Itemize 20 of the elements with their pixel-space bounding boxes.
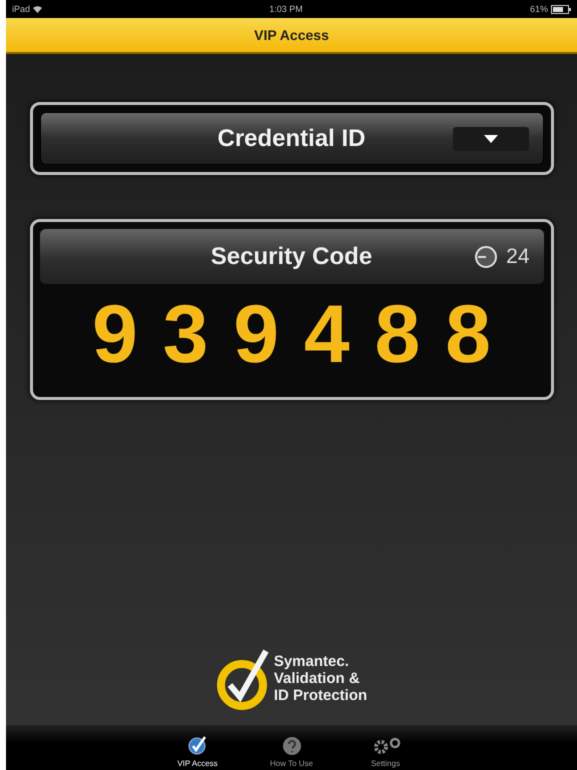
tab[interactable]: How To Use	[264, 725, 320, 770]
security-code-value: 939488	[92, 294, 516, 376]
security-code-title: Security Code	[210, 242, 372, 270]
app-title: VIP Access	[254, 27, 329, 43]
credential-dropdown[interactable]: Credential ID	[40, 112, 544, 165]
battery-icon	[551, 4, 571, 14]
logo-text: Symantec.	[274, 652, 350, 670]
carrier-label: iPad	[12, 4, 30, 14]
tab[interactable]: VIP Access	[170, 725, 226, 770]
checkmark-icon	[186, 734, 208, 756]
tab[interactable]: Settings	[358, 725, 414, 770]
help-icon	[282, 736, 302, 756]
wifi-icon	[33, 6, 42, 12]
logo-text: Validation &	[274, 670, 361, 686]
logo-text: ID Protection	[274, 686, 368, 704]
battery-percent: 61%	[530, 4, 548, 14]
seconds-remaining: 24	[506, 244, 530, 268]
dropdown-arrow-icon	[484, 135, 498, 143]
status-time: 1:03 PM	[269, 4, 303, 14]
timer-icon	[474, 244, 498, 268]
